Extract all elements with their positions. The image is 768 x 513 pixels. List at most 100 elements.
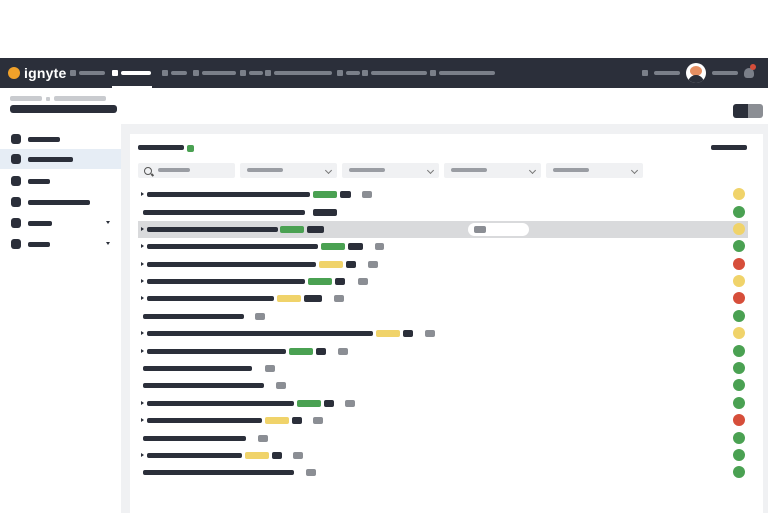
tag-pill bbox=[313, 209, 337, 216]
notification-dot bbox=[750, 64, 756, 70]
tag-pill bbox=[297, 400, 321, 407]
sidebar-item-4[interactable] bbox=[0, 192, 121, 212]
caret-right-icon[interactable] bbox=[141, 401, 144, 405]
status-indicator bbox=[733, 223, 745, 235]
view-toggle-option[interactable] bbox=[748, 104, 763, 118]
filter-dropdown-3[interactable] bbox=[444, 163, 541, 178]
row-name bbox=[147, 453, 242, 458]
view-toggle[interactable] bbox=[733, 104, 763, 118]
nav-item-5[interactable] bbox=[240, 69, 263, 77]
chevron-down-icon bbox=[426, 166, 435, 175]
tag-pill bbox=[276, 382, 286, 389]
table-row[interactable] bbox=[138, 308, 748, 325]
table-row-selected[interactable] bbox=[138, 221, 748, 238]
nav-label bbox=[121, 71, 151, 75]
nav-item-4[interactable] bbox=[193, 69, 236, 77]
filter-dropdown-1[interactable] bbox=[240, 163, 337, 178]
sidebar-icon bbox=[11, 176, 21, 186]
status-indicator bbox=[733, 466, 745, 478]
sidebar-item-6[interactable] bbox=[0, 234, 121, 254]
sidebar bbox=[0, 128, 121, 513]
sidebar-icon bbox=[11, 154, 21, 164]
row-name bbox=[147, 349, 286, 354]
nav-item-7[interactable] bbox=[337, 69, 360, 77]
caret-right-icon[interactable] bbox=[141, 349, 144, 353]
chevron-down-icon bbox=[630, 166, 639, 175]
sidebar-item-label bbox=[28, 179, 50, 184]
row-name bbox=[143, 314, 244, 319]
row-name bbox=[147, 401, 294, 406]
table-row[interactable] bbox=[138, 343, 748, 360]
nav-item-9[interactable] bbox=[430, 69, 495, 77]
nav-label bbox=[249, 71, 263, 75]
status-indicator bbox=[733, 362, 745, 374]
tag-pill bbox=[265, 417, 289, 424]
tag-pill bbox=[316, 348, 326, 355]
table-row[interactable] bbox=[138, 377, 748, 394]
nav-item-1[interactable] bbox=[70, 69, 105, 77]
nav-icon bbox=[162, 70, 168, 76]
table-row[interactable] bbox=[138, 256, 748, 273]
table-row[interactable] bbox=[138, 273, 748, 290]
caret-right-icon[interactable] bbox=[141, 418, 144, 422]
nav-item-2[interactable] bbox=[112, 69, 151, 77]
nav-label bbox=[79, 71, 105, 75]
sidebar-item-2[interactable] bbox=[0, 149, 121, 169]
filter-dropdown-2[interactable] bbox=[342, 163, 439, 178]
row-name bbox=[147, 279, 305, 284]
tag-pill bbox=[258, 435, 268, 442]
table-row[interactable] bbox=[138, 464, 748, 481]
search-icon bbox=[144, 167, 152, 175]
table-row[interactable] bbox=[138, 325, 748, 342]
nav-icon bbox=[362, 70, 368, 76]
bell-icon[interactable] bbox=[744, 64, 756, 78]
table-row[interactable] bbox=[138, 430, 748, 447]
table-row[interactable] bbox=[138, 447, 748, 464]
table-row[interactable] bbox=[138, 412, 748, 429]
tag-pill bbox=[306, 469, 316, 476]
row-name bbox=[143, 366, 252, 371]
nav-icon bbox=[112, 70, 118, 76]
row-name bbox=[147, 418, 262, 423]
table-row[interactable] bbox=[138, 290, 748, 307]
caret-right-icon[interactable] bbox=[141, 262, 144, 266]
avatar-icon[interactable] bbox=[686, 63, 706, 83]
breadcrumb-item[interactable] bbox=[10, 96, 42, 101]
caret-right-icon[interactable] bbox=[141, 296, 144, 300]
table-row[interactable] bbox=[138, 186, 748, 203]
table-row[interactable] bbox=[138, 238, 748, 255]
nav-item-8[interactable] bbox=[362, 69, 427, 77]
filter-dropdown-4[interactable] bbox=[546, 163, 643, 178]
row-name bbox=[147, 331, 373, 336]
caret-right-icon[interactable] bbox=[141, 453, 144, 457]
caret-right-icon[interactable] bbox=[141, 192, 144, 196]
chevron-down-icon bbox=[324, 166, 333, 175]
tag-pill bbox=[313, 191, 337, 198]
table-row[interactable] bbox=[138, 204, 748, 221]
view-toggle-option[interactable] bbox=[733, 104, 748, 118]
nav-item-3[interactable] bbox=[162, 69, 187, 77]
app-logo[interactable]: ignyte bbox=[8, 64, 66, 82]
card-action-link[interactable] bbox=[711, 145, 747, 150]
user-name[interactable] bbox=[654, 71, 680, 75]
sidebar-item-3[interactable] bbox=[0, 171, 121, 191]
nav-icon bbox=[193, 70, 199, 76]
sidebar-item-1[interactable] bbox=[0, 129, 121, 149]
hover-action-chip[interactable] bbox=[468, 223, 529, 236]
breadcrumb-item[interactable] bbox=[54, 96, 106, 101]
caret-right-icon[interactable] bbox=[141, 244, 144, 248]
tag-pill bbox=[293, 452, 303, 459]
nav-item-6[interactable] bbox=[265, 69, 332, 77]
tag-pill bbox=[346, 261, 356, 268]
caret-right-icon[interactable] bbox=[141, 227, 144, 231]
caret-right-icon[interactable] bbox=[141, 279, 144, 283]
table-row[interactable] bbox=[138, 360, 748, 377]
sidebar-item-5[interactable] bbox=[0, 213, 121, 233]
user-area bbox=[642, 63, 756, 83]
status-indicator bbox=[733, 379, 745, 391]
status-indicator bbox=[733, 292, 745, 304]
caret-right-icon[interactable] bbox=[141, 331, 144, 335]
table-row[interactable] bbox=[138, 395, 748, 412]
sidebar-item-label bbox=[28, 137, 60, 142]
nav-label bbox=[171, 71, 187, 75]
